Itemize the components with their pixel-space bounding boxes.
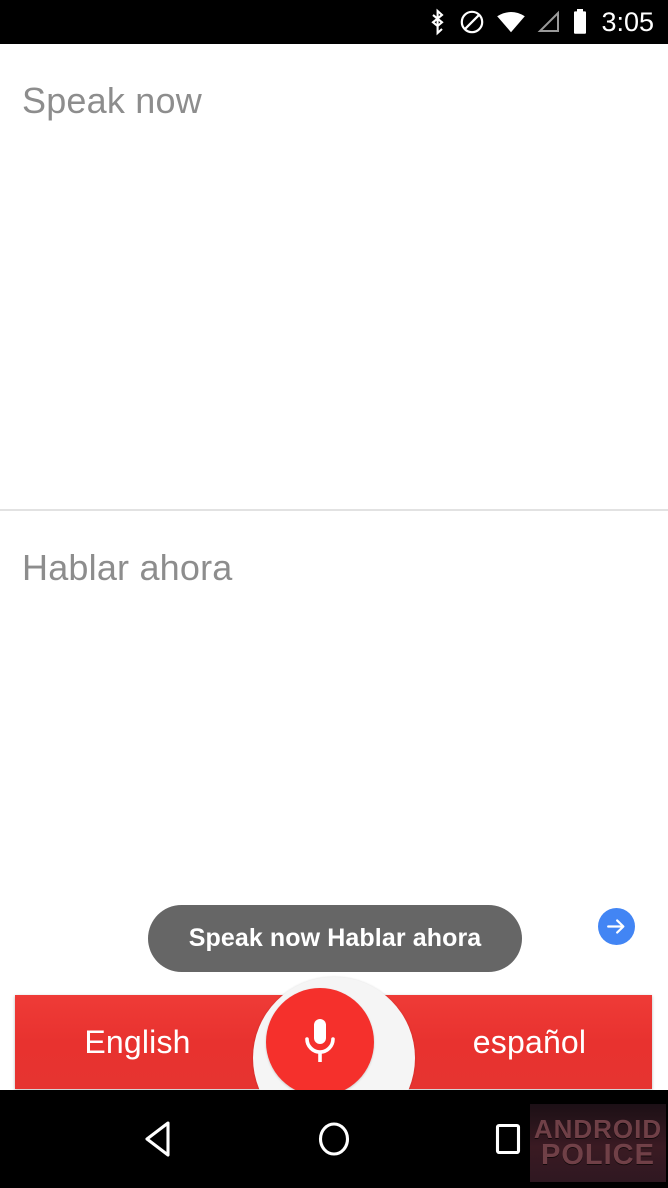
arrow-right-icon — [607, 919, 625, 934]
status-bar: 3:05 — [0, 0, 668, 44]
target-language-button[interactable]: español — [407, 995, 652, 1089]
triangle-left-icon — [145, 1121, 170, 1157]
mic-nav-overlap-mask — [253, 1090, 415, 1096]
target-hint-text: Hablar ahora — [22, 547, 233, 588]
status-bar-clock: 3:05 — [601, 6, 654, 37]
microphone-icon — [305, 1019, 335, 1062]
cellular-signal-icon — [537, 10, 561, 34]
wifi-icon — [496, 10, 526, 34]
navigation-bar: ANDROID POLICE — [0, 1090, 668, 1188]
phone-screen: 3:05 Speak now Hablar ahora Speak now Ha… — [0, 0, 668, 1188]
nav-back-button[interactable] — [90, 1090, 230, 1188]
battery-icon — [572, 8, 588, 36]
mic-button[interactable] — [266, 988, 374, 1096]
source-hint-text: Speak now — [22, 80, 202, 121]
do-not-disturb-icon — [459, 9, 485, 35]
target-language-label: español — [472, 1023, 587, 1060]
source-language-button[interactable]: English — [15, 995, 260, 1089]
bluetooth-icon — [428, 8, 448, 36]
send-button[interactable] — [598, 908, 635, 945]
nav-recents-button[interactable] — [438, 1090, 578, 1188]
toast-message: Speak now Hablar ahora — [148, 905, 522, 972]
square-icon — [495, 1123, 521, 1155]
circle-icon — [318, 1122, 350, 1156]
source-language-label: English — [84, 1023, 191, 1060]
toast-text: Speak now Hablar ahora — [188, 924, 482, 952]
source-text-panel[interactable]: Speak now — [0, 44, 668, 510]
nav-home-button[interactable] — [264, 1090, 404, 1188]
